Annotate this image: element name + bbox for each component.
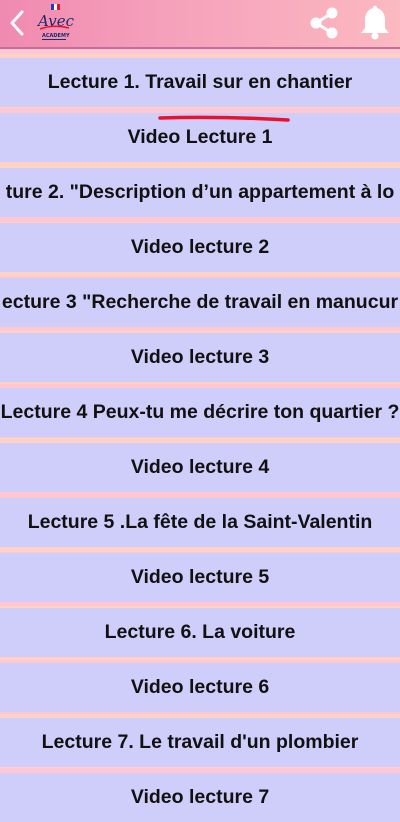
- list-item-label: Lecture 6. La voiture: [104, 621, 296, 643]
- list-item-label: ture 2. "Description d’un appartement à …: [5, 181, 395, 203]
- list-item-label: Video lecture 2: [130, 236, 270, 258]
- red-underline-annotation: [158, 115, 290, 122]
- list-item-label: Video lecture 5: [130, 566, 270, 588]
- chevron-left-icon: [10, 10, 24, 36]
- list-item-label: Lecture 1. Travail sur en chantier: [47, 71, 353, 93]
- list-item-video-4[interactable]: Video lecture 4: [0, 443, 400, 492]
- share-icon: [310, 7, 338, 39]
- list-item-label: Video lecture 4: [130, 456, 270, 478]
- logo-sub-text: ACADEMY: [42, 33, 70, 39]
- list-item-lecture-4[interactable]: Lecture 4 Peux-tu me décrire ton quartie…: [0, 388, 400, 437]
- academy-logo: Avec ACADEMY: [34, 2, 75, 44]
- share-button[interactable]: [305, 4, 343, 42]
- list-item-lecture-2[interactable]: ture 2. "Description d’un appartement à …: [0, 168, 400, 217]
- list-item-label: Lecture 4 Peux-tu me décrire ton quartie…: [0, 401, 400, 423]
- list-item-lecture-5[interactable]: Lecture 5 .La fête de la Saint-Valentin: [0, 498, 400, 547]
- list-item-lecture-6[interactable]: Lecture 6. La voiture: [0, 608, 400, 657]
- list-item-label: Video lecture 7: [130, 786, 270, 808]
- list-item-video-5[interactable]: Video lecture 5: [0, 553, 400, 602]
- list-item-label: Video Lecture 1: [127, 126, 273, 148]
- list-item-lecture-1[interactable]: Lecture 1. Travail sur en chantier: [0, 58, 400, 107]
- list-item-label: Video lecture 6: [130, 676, 270, 698]
- list-item-label: Video lecture 3: [130, 346, 270, 368]
- list-item-label: Lecture 7. Le travail d'un plombier: [41, 731, 359, 753]
- back-button[interactable]: [6, 6, 28, 40]
- list-item-video-7[interactable]: Video lecture 7: [0, 773, 400, 822]
- list-item-video-6[interactable]: Video lecture 6: [0, 663, 400, 712]
- app-header: Avec ACADEMY: [0, 0, 400, 49]
- list-item-video-2[interactable]: Video lecture 2: [0, 223, 400, 272]
- list-item-label: ecture 3 "Recherche de travail en manucu…: [1, 291, 399, 313]
- list-item-lecture-3[interactable]: ecture 3 "Recherche de travail en manucu…: [0, 278, 400, 327]
- list-item-lecture-7[interactable]: Lecture 7. Le travail d'un plombier: [0, 718, 400, 767]
- notifications-button[interactable]: [357, 4, 393, 42]
- bell-icon: [361, 5, 389, 40]
- list-item-label: Lecture 5 .La fête de la Saint-Valentin: [27, 511, 373, 533]
- list-item-video-3[interactable]: Video lecture 3: [0, 333, 400, 382]
